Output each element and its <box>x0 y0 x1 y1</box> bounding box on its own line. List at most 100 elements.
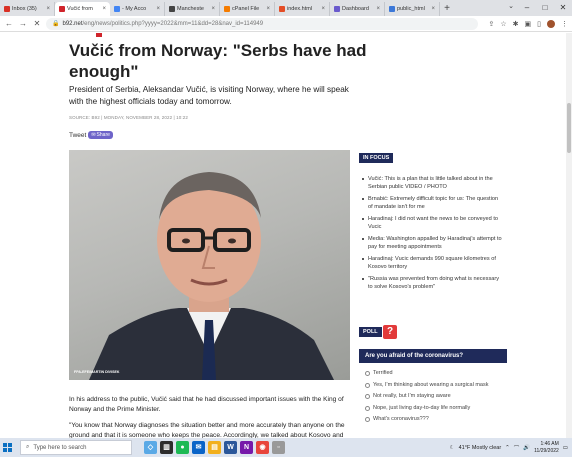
menu-kebab-icon[interactable]: ⋮ <box>561 20 568 28</box>
browser-tab[interactable]: Dashboard × <box>330 2 385 16</box>
tab-favicon-icon <box>389 6 395 12</box>
poll-question: Are you afraid of the coronavirus? <box>359 349 507 363</box>
browser-tab[interactable]: cPanel File × <box>220 2 275 16</box>
browser-tab[interactable]: Inbox (35) × <box>0 2 55 16</box>
share-page-icon[interactable]: ⇪ <box>488 20 494 28</box>
focus-link[interactable]: Vučić: This is a plan that is little tal… <box>362 175 502 191</box>
extensions-icon[interactable]: ✱ <box>513 20 519 28</box>
tab-search-icon[interactable]: ⌄ <box>508 2 514 10</box>
radio-button[interactable] <box>365 382 370 388</box>
file-explorer-icon[interactable]: ▤ <box>208 441 221 454</box>
article-paragraph: "You know that Norway diagnoses the situ… <box>69 422 345 438</box>
browser-tab[interactable]: public_html × <box>385 2 440 16</box>
window-controls: – □ ✕ <box>518 0 572 16</box>
app-icon[interactable]: ▫ <box>272 441 285 454</box>
poll-option[interactable]: Terrified <box>365 370 505 378</box>
taskbar-search[interactable]: ⌕ Type here to search <box>20 440 132 455</box>
radio-button[interactable] <box>365 417 370 422</box>
mail-icon[interactable]: ✉ <box>192 441 205 454</box>
tab-label: - My Acco <box>122 6 147 12</box>
tab-close-icon[interactable]: × <box>211 6 215 12</box>
tab-close-icon[interactable]: × <box>431 6 435 12</box>
focus-link[interactable]: Haradinaj: Vucic demands 990 square kilo… <box>362 255 502 271</box>
clock[interactable]: 1:46 AM 11/29/2022 <box>534 441 559 455</box>
address-bar[interactable]: 🔒 b92.net/eng/news/politics.php?yyyy=202… <box>46 17 479 30</box>
profile-avatar[interactable] <box>547 19 555 28</box>
tab-label: public_html <box>397 6 425 12</box>
browser-tab[interactable]: index.html × <box>275 2 330 16</box>
windows-logo-icon <box>2 443 12 452</box>
share-button[interactable]: ✉ Share <box>88 131 113 139</box>
task-view-icon[interactable]: ▥ <box>160 441 173 454</box>
close-window-icon[interactable]: ✕ <box>554 0 572 16</box>
clock-date: 11/29/2022 <box>534 447 559 454</box>
taskbar-apps: ◇ ▥ ● ✉ ▤ W N ◉ ▫ <box>144 441 285 454</box>
tab-close-icon[interactable]: × <box>156 6 160 12</box>
radio-button[interactable] <box>365 394 370 399</box>
onenote-icon[interactable]: N <box>240 441 253 454</box>
tweet-button[interactable]: Tweet <box>69 132 86 139</box>
tab-favicon-icon <box>279 6 285 12</box>
in-focus-heading: IN FOCUS <box>359 153 394 163</box>
notifications-icon[interactable]: ▭ <box>563 445 568 451</box>
sidebar-icon[interactable]: ▯ <box>537 20 541 28</box>
windows-taskbar: ⌕ Type here to search ◇ ▥ ● ✉ ▤ W N ◉ ▫ … <box>0 438 572 457</box>
tab-strip: Inbox (35) × Vučić from × - My Acco × Manchest… <box>0 0 572 16</box>
tab-close-icon[interactable]: × <box>266 6 270 12</box>
maximize-icon[interactable]: □ <box>536 0 554 16</box>
poll-option-label: Not really, but I'm staying aware <box>373 393 451 399</box>
stop-loading-icon[interactable]: ✕ <box>32 19 42 28</box>
article-headline: Vučić from Norway: "Serbs have had enoug… <box>69 41 367 81</box>
article-photo[interactable]: FPA-EFE/MARTIN DIVISEK <box>69 150 350 380</box>
poll-option[interactable]: Nope, just living day-to-day life normal… <box>365 405 505 413</box>
tab-close-icon[interactable]: × <box>102 6 106 12</box>
focus-link[interactable]: "Russia was prevented from doing what is… <box>362 275 502 291</box>
network-icon[interactable]: ⌒ <box>514 444 520 452</box>
focus-link[interactable]: Haradinaj: I did not want the news to be… <box>362 215 502 231</box>
tab-label: cPanel File <box>232 6 260 12</box>
system-tray: ☾ 41°F Mostly clear ⌃ ⌒ 🔊 1:46 AM 11/29/… <box>450 438 568 457</box>
weather-icon[interactable]: ☾ <box>450 445 455 451</box>
poll-heading: POLL <box>359 327 382 337</box>
tab-close-icon[interactable]: × <box>46 6 50 12</box>
page-scrollbar[interactable] <box>566 33 572 438</box>
focus-link[interactable]: Media: Washington appalled by Haradinaj'… <box>362 235 502 251</box>
browser-tab[interactable]: Mancheste × <box>165 2 220 16</box>
article-source-line: SOURCE: B92 | MONDAY, NOVEMBER 28, 2022 … <box>69 115 188 120</box>
reading-list-icon[interactable]: ▣ <box>525 20 532 28</box>
minimize-icon[interactable]: – <box>518 0 536 16</box>
spotify-icon[interactable]: ● <box>176 441 189 454</box>
scrollbar-thumb[interactable] <box>567 103 571 153</box>
new-tab-button[interactable]: + <box>440 2 454 16</box>
social-buttons: Tweet ✉ Share <box>69 131 113 139</box>
poll-option-label: What's coronavirus??? <box>373 416 429 422</box>
focus-link[interactable]: Brnabić: Extremely difficult topic for u… <box>362 195 502 211</box>
volume-icon[interactable]: 🔊 <box>523 445 530 451</box>
tab-favicon-icon <box>224 6 230 12</box>
poll-option[interactable]: Not really, but I'm staying aware <box>365 393 505 401</box>
browser-tab[interactable]: Vučić from × <box>55 2 110 16</box>
radio-button[interactable] <box>365 405 370 411</box>
tab-label: Vučić from <box>67 6 93 12</box>
word-icon[interactable]: W <box>224 441 237 454</box>
tab-close-icon[interactable]: × <box>376 6 380 12</box>
browser-tab[interactable]: - My Acco × <box>110 2 165 16</box>
article-paragraph: In his address to the public, Vučić said… <box>69 396 344 413</box>
tab-label: Dashboard <box>342 6 369 12</box>
bookmark-star-icon[interactable]: ☆ <box>500 20 506 28</box>
tab-close-icon[interactable]: × <box>321 6 325 12</box>
start-button[interactable] <box>0 438 14 457</box>
poll-option[interactable]: Yes, I'm thinking about wearing a surgic… <box>365 382 505 390</box>
weather-text[interactable]: 41°F Mostly clear <box>459 445 502 451</box>
browser-toolbar: ← → ✕ 🔒 b92.net/eng/news/politics.php?yy… <box>0 16 572 32</box>
radio-button[interactable] <box>365 371 370 376</box>
chrome-icon[interactable]: ◉ <box>256 441 269 454</box>
in-focus-list: Vučić: This is a plan that is little tal… <box>362 175 502 295</box>
web-page: Vučić from Norway: "Serbs have had enoug… <box>0 33 566 438</box>
back-icon[interactable]: ← <box>4 19 14 28</box>
widgets-icon[interactable]: ◇ <box>144 441 157 454</box>
forward-icon[interactable]: → <box>18 19 28 28</box>
poll-option[interactable]: What's coronavirus??? <box>365 416 505 424</box>
tray-arrow-icon[interactable]: ⌃ <box>505 445 510 451</box>
lock-icon[interactable]: 🔒 <box>52 20 59 27</box>
